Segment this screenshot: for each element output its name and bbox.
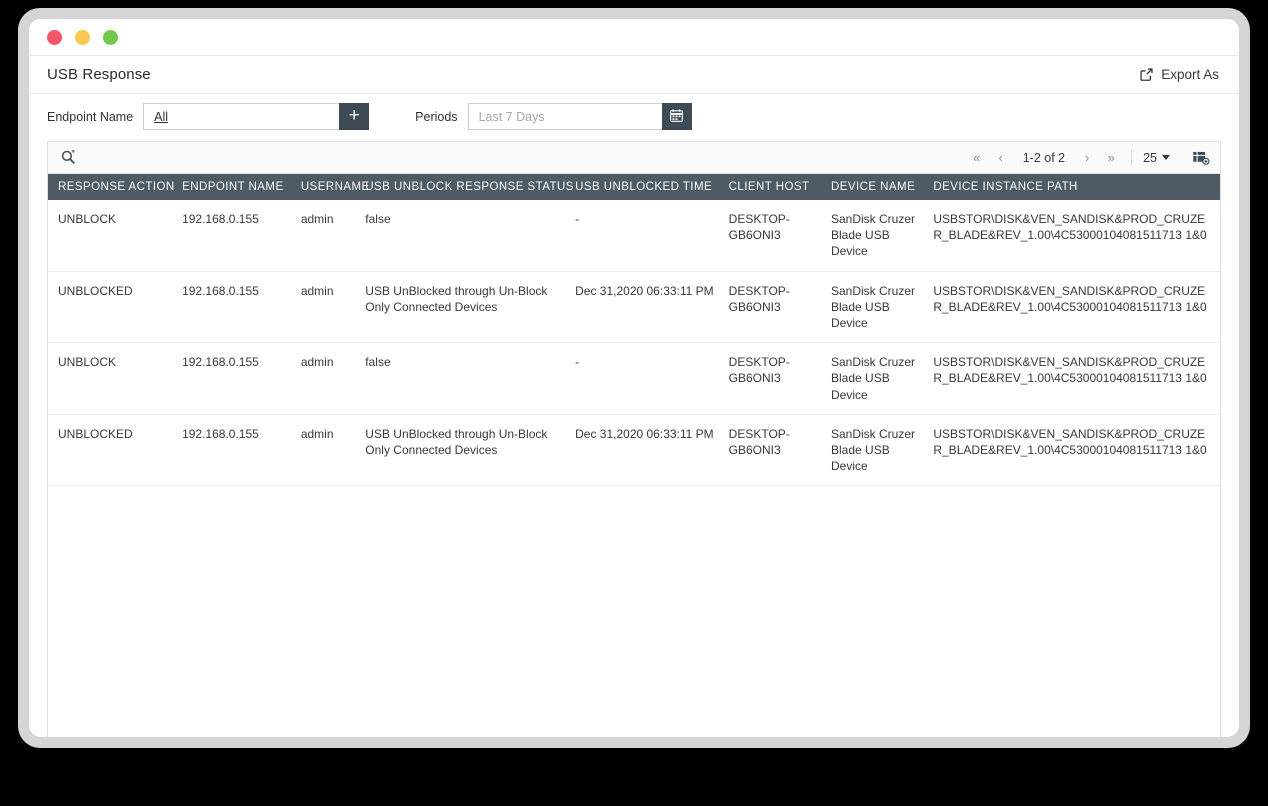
next-page-button[interactable]: › [1076,148,1098,168]
toolbar-divider [1131,149,1133,166]
table-row[interactable]: UNBLOCK 192.168.0.155 admin false - DESK… [48,200,1220,272]
cell-status: false [365,342,576,415]
column-header-device-instance-path[interactable]: DEVICE INSTANCE PATH [933,174,1220,200]
cell-username: admin [300,200,366,272]
cell-unblocked-time: - [575,342,729,415]
column-header-usb-unblocked-time[interactable]: USB UNBLOCKED TIME [575,174,729,200]
table-row[interactable]: UNBLOCKED 192.168.0.155 admin USB UnBloc… [48,414,1220,487]
usb-response-table: RESPONSE ACTION ENDPOINT NAME USERNAME U… [48,174,1220,487]
endpoint-name-label: Endpoint Name [47,109,134,124]
page-size-value: 25 [1143,150,1157,165]
cell-username: admin [300,271,366,344]
data-grid-panel: « ‹ 1-2 of 2 › » 25 RESPONSE ACTION ENDP… [47,141,1221,737]
column-header-endpoint-name[interactable]: ENDPOINT NAME [182,174,301,200]
pagination-controls: « ‹ 1-2 of 2 › » 25 [966,148,1210,168]
cell-response-action[interactable]: UNBLOCKED [48,271,183,344]
cell-device-instance-path: USBSTOR\DISK&VEN_SANDISK&PROD_CRUZER_BLA… [933,271,1220,344]
page-header: USB Response Export As [29,56,1239,94]
cell-unblocked-time: - [575,200,729,272]
cell-endpoint-name: 192.168.0.155 [182,271,301,344]
page-size-dropdown[interactable]: 25 [1143,151,1170,165]
table-body: UNBLOCK 192.168.0.155 admin false - DESK… [48,200,1220,487]
endpoint-name-group: All + [143,103,370,130]
previous-page-button[interactable]: ‹ [990,148,1012,168]
cell-client-host: DESKTOP-GB6ONI3 [728,342,831,415]
export-as-label: Export As [1161,67,1219,82]
cell-endpoint-name: 192.168.0.155 [182,200,301,272]
periods-input[interactable]: Last 7 Days [467,103,662,130]
cell-device-instance-path: USBSTOR\DISK&VEN_SANDISK&PROD_CRUZER_BLA… [933,342,1220,415]
application-window: USB Response Export As Endpoint Name All [29,19,1239,737]
cell-status: USB UnBlocked through Un-Block Only Conn… [365,271,576,344]
column-settings-icon[interactable] [1192,150,1210,166]
page-title: USB Response [47,66,151,83]
endpoint-name-value: All [154,109,169,124]
cell-username: admin [300,414,366,487]
table-row[interactable]: UNBLOCKED 192.168.0.155 admin USB UnBloc… [48,271,1220,344]
minimize-button[interactable] [75,29,90,45]
last-page-button[interactable]: » [1100,148,1122,168]
cell-client-host: DESKTOP-GB6ONI3 [728,414,831,487]
first-page-button[interactable]: « [966,148,988,168]
cell-device-name: SanDisk Cruzer Blade USB Device [831,414,934,487]
cell-client-host: DESKTOP-GB6ONI3 [728,200,831,272]
column-header-username[interactable]: USERNAME [300,174,369,200]
title-bar [29,19,1239,56]
export-as-button[interactable]: Export As [1139,67,1219,82]
cell-device-name: SanDisk Cruzer Blade USB Device [831,342,934,415]
periods-label: Periods [415,109,458,124]
periods-group: Last 7 Days [467,103,692,130]
cell-device-name: SanDisk Cruzer Blade USB Device [831,200,934,272]
column-header-usb-unblock-response-status[interactable]: USB UNBLOCK RESPONSE STATUS [365,174,576,200]
grid-body: RESPONSE ACTION ENDPOINT NAME USERNAME U… [48,174,1220,737]
table-header-row: RESPONSE ACTION ENDPOINT NAME USERNAME U… [48,174,1220,200]
cell-client-host: DESKTOP-GB6ONI3 [728,271,831,344]
cell-unblocked-time: Dec 31,2020 06:33:11 PM [575,271,729,344]
cell-device-name: SanDisk Cruzer Blade USB Device [831,271,934,344]
filter-bar: Endpoint Name All + Periods Last 7 Days [29,94,1239,139]
cell-status: false [365,200,576,272]
table-header: RESPONSE ACTION ENDPOINT NAME USERNAME U… [48,174,1220,200]
add-endpoint-button[interactable]: + [339,103,370,130]
search-icon[interactable] [60,149,77,166]
column-header-device-name[interactable]: DEVICE NAME [831,174,934,200]
chevron-down-icon [1162,155,1170,160]
page-range-label: 1-2 of 2 [1022,150,1066,165]
cell-device-instance-path: USBSTOR\DISK&VEN_SANDISK&PROD_CRUZER_BLA… [933,414,1220,487]
column-header-client-host[interactable]: CLIENT HOST [728,174,831,200]
cell-device-instance-path: USBSTOR\DISK&VEN_SANDISK&PROD_CRUZER_BLA… [933,200,1220,272]
cell-response-action[interactable]: UNBLOCKED [48,414,183,487]
endpoint-name-input[interactable]: All [143,103,340,130]
cell-endpoint-name: 192.168.0.155 [182,342,301,415]
cell-response-action[interactable]: UNBLOCK [48,342,183,415]
calendar-icon [669,108,684,126]
external-link-icon [1139,67,1154,82]
cell-endpoint-name: 192.168.0.155 [182,414,301,487]
table-row[interactable]: UNBLOCK 192.168.0.155 admin false - DESK… [48,342,1220,415]
cell-status: USB UnBlocked through Un-Block Only Conn… [365,414,576,487]
periods-placeholder: Last 7 Days [478,109,545,124]
calendar-picker-button[interactable] [661,103,692,130]
cell-response-action[interactable]: UNBLOCK [48,200,183,272]
plus-icon: + [348,105,360,126]
cell-username: admin [300,342,366,415]
column-header-response-action[interactable]: RESPONSE ACTION [48,174,183,200]
window-frame: USB Response Export As Endpoint Name All [18,8,1250,748]
close-button[interactable] [47,29,62,45]
grid-toolbar: « ‹ 1-2 of 2 › » 25 [48,142,1220,174]
cell-unblocked-time: Dec 31,2020 06:33:11 PM [575,414,729,487]
maximize-button[interactable] [103,29,118,45]
